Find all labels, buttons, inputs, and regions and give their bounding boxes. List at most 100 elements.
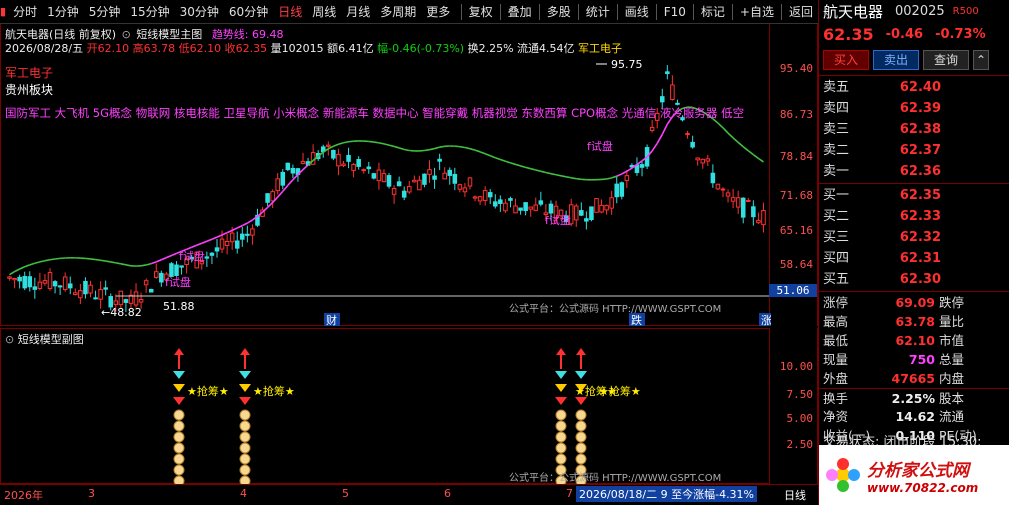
trend-line-segment <box>439 145 445 148</box>
period-tab[interactable]: 分时 <box>8 0 42 24</box>
period-tab[interactable]: 日线 <box>273 0 307 24</box>
candle-body <box>725 192 731 197</box>
sub-indicator-chart[interactable]: ★抢筹★ ★抢筹★ ★抢筹★★抢筹★ <box>1 329 771 485</box>
candle-body <box>62 276 68 291</box>
order-volume <box>941 77 1009 98</box>
period-tab[interactable]: 周线 <box>307 0 341 24</box>
stat-label-2: 总量 <box>939 352 965 367</box>
toolbar-button[interactable]: 标记 <box>696 0 730 24</box>
order-book-row[interactable]: 买五 62.30 <box>819 269 1009 290</box>
period-toolbar: ▮ 分时 1分钟 5分钟 15分钟 30分钟 60分钟 日线 周线 月线 多周期 更多 复权 叠加 多股 统计… <box>0 0 818 24</box>
candle-body <box>472 196 478 199</box>
trend-line-segment <box>90 258 96 261</box>
coin-icon <box>173 409 185 421</box>
trend-line-segment <box>201 240 208 244</box>
period-tab[interactable]: 多周期 <box>375 0 421 24</box>
toolbar-separator <box>460 3 462 20</box>
trend-line-segment <box>495 156 501 161</box>
trend-line-segment <box>717 122 724 129</box>
order-book-row[interactable]: 卖五 62.40 <box>819 77 1009 98</box>
stat-label: 现量 <box>823 352 849 367</box>
order-book-row[interactable]: 买四 62.31 <box>819 248 1009 269</box>
trend-line-segment <box>161 256 167 261</box>
main-chart-panel[interactable]: 95.75 ←48.82 51.88 f试盘 f试盘 f试盘 f试盘财跌涨 航天电器(日线 … <box>0 24 771 326</box>
toolbar-button[interactable]: 叠加 <box>503 0 537 24</box>
trend-line-segment <box>661 123 669 135</box>
toolbar-button[interactable]: +自选 <box>735 0 779 24</box>
candle-body <box>437 158 442 162</box>
toolbar-button[interactable]: 多股 <box>542 0 576 24</box>
sub-indicator-name[interactable]: 短线模型副图 <box>18 333 84 346</box>
candle-body <box>123 299 129 303</box>
buy-button[interactable]: 买入 <box>823 50 870 70</box>
trend-line-segment <box>383 143 390 146</box>
butterfly-icon <box>555 384 567 392</box>
period-tab[interactable]: 1分钟 <box>42 0 84 24</box>
trend-line-segment <box>388 144 395 148</box>
candle-body <box>174 264 179 276</box>
order-book-row[interactable]: 买一 62.35 <box>819 185 1009 206</box>
y-tick-label: 5.00 <box>786 412 814 425</box>
sector-tag-2: 贵州板块 <box>5 83 54 97</box>
order-book-row[interactable]: 卖一 62.36 <box>819 161 1009 182</box>
x-tick-label: 2026年 <box>4 489 43 502</box>
toolbar-button[interactable]: 返回 <box>784 0 818 24</box>
period-tab[interactable]: 月线 <box>341 0 375 24</box>
sub-chart-panel[interactable]: ★抢筹★ ★抢筹★ ★抢筹★ ★抢筹★ ⊙ 短线模型副图 公式平台：公式源码 HTTP… <box>0 328 771 485</box>
order-book-row[interactable]: 买三 62.32 <box>819 227 1009 248</box>
order-level-label: 卖四 <box>823 101 850 116</box>
order-book-row[interactable]: 卖二 62.37 <box>819 140 1009 161</box>
candle-body <box>346 154 351 162</box>
sell-button[interactable]: 卖出 <box>873 50 920 70</box>
toolbar-button[interactable]: 统计 <box>581 0 615 24</box>
trend-line-segment <box>110 261 116 264</box>
sub-y-axis: 10.00 7.50 5.00 2.50 <box>770 328 818 484</box>
toolbar-button[interactable]: 复权 <box>464 0 498 24</box>
date-axis: 2026年 3 4 5 6 7 2026/08/18/二 9 至今涨幅-4.31% 日线 <box>0 484 818 505</box>
toolbar-button[interactable]: F10 <box>659 0 691 24</box>
candle-body <box>381 173 387 183</box>
trend-line-segment <box>115 262 121 265</box>
trend-line-segment <box>525 166 531 170</box>
candle-body <box>17 276 22 282</box>
trend-line-segment <box>474 149 481 153</box>
expand-icon[interactable]: ⌃ <box>973 50 990 70</box>
toolbar-button[interactable]: 画线 <box>620 0 654 24</box>
trend-line-segment <box>34 261 41 265</box>
order-book-row[interactable]: 卖四 62.39 <box>819 98 1009 119</box>
trend-line-segment <box>277 190 284 198</box>
candle-body <box>83 280 88 295</box>
query-button[interactable]: 查询 <box>923 50 970 70</box>
candle-body <box>730 197 736 202</box>
candle-body <box>604 205 609 211</box>
coin-icon <box>239 409 251 421</box>
x-status-box: 2026/08/18/二 9 至今涨幅-4.31% <box>576 486 758 502</box>
trend-line-segment <box>505 160 511 164</box>
trend-line-segment <box>150 261 157 265</box>
grab-signal-label: ★抢筹★ <box>599 384 641 398</box>
candle-body <box>619 182 625 197</box>
trend-line-segment <box>510 162 516 166</box>
candle-body <box>47 272 53 289</box>
r-flag: R500 <box>952 6 979 17</box>
candlestick-chart[interactable]: 95.75←48.82 51.88f试盘f试盘f试盘f试盘财跌涨 <box>1 24 771 326</box>
y-tick-label: 86.73 <box>779 108 813 121</box>
period-tab[interactable]: 30分钟 <box>175 0 224 24</box>
bar-change: 幅-0.46(-0.73%) <box>377 42 465 55</box>
candle-body <box>503 202 508 212</box>
candle-body <box>609 197 614 209</box>
order-book-row[interactable]: 买二 62.33 <box>819 206 1009 227</box>
chart-type-icon[interactable]: ▮ <box>0 5 6 18</box>
period-tab[interactable]: 更多 <box>421 0 455 24</box>
coin-icon <box>239 442 251 454</box>
period-tab[interactable]: 60分钟 <box>224 0 273 24</box>
period-tab[interactable]: 5分钟 <box>84 0 126 24</box>
candle-body <box>685 133 690 136</box>
candle-body <box>493 201 498 207</box>
candle-body <box>391 187 397 195</box>
candle-body <box>695 157 700 161</box>
order-book-row[interactable]: 卖三 62.38 <box>819 119 1009 140</box>
order-volume <box>941 140 1009 161</box>
dropdown-icon[interactable]: ⊙ <box>5 333 14 346</box>
period-tab[interactable]: 15分钟 <box>125 0 174 24</box>
